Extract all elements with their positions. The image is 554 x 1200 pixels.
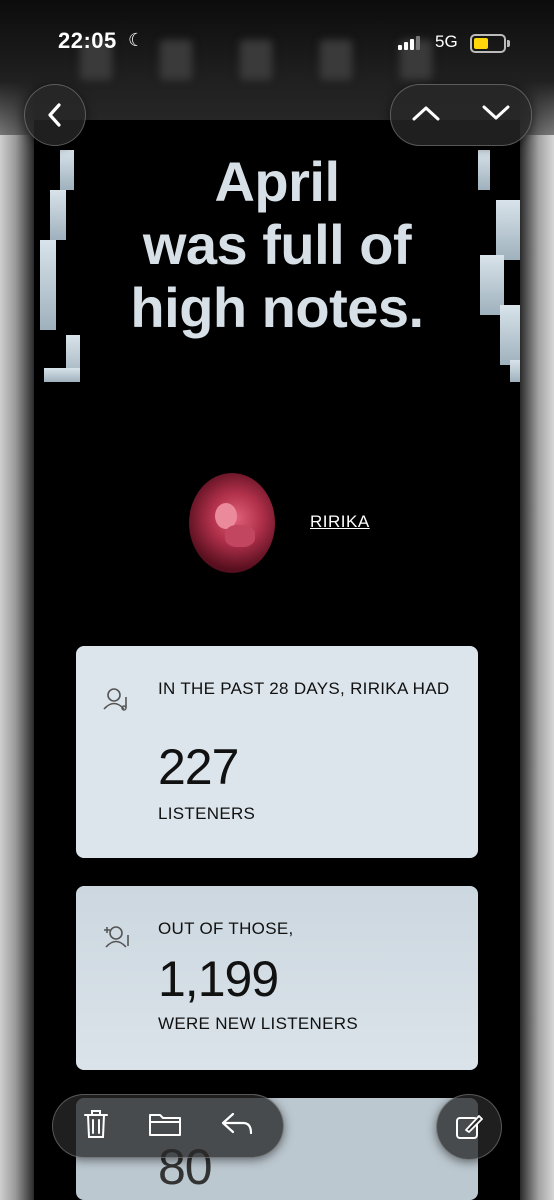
chevron-left-icon	[48, 103, 61, 127]
trash-icon	[84, 1109, 108, 1138]
folder-icon	[149, 1113, 181, 1136]
delete-button[interactable]	[81, 1108, 111, 1145]
artist-name-link[interactable]: RIRIKA	[310, 512, 370, 532]
up-down-navigation	[390, 84, 532, 146]
compose-icon	[456, 1115, 483, 1139]
chevron-down-icon	[482, 105, 510, 119]
listeners-label: LISTENERS	[158, 804, 256, 823]
headline-line-3: high notes.	[130, 276, 424, 339]
moon-icon: ☾	[128, 30, 145, 50]
listeners-card: IN THE PAST 28 DAYS, RIRIKA HAD 227 LIST…	[76, 646, 478, 858]
previous-button[interactable]	[411, 103, 441, 128]
new-listeners-count: 1,199	[158, 951, 279, 1007]
reply-icon	[221, 1112, 253, 1134]
blurred-right-edge	[520, 0, 554, 1200]
new-listeners-intro-text: OUT OF THOSE,	[158, 919, 294, 938]
headline: April was full of high notes.	[34, 150, 520, 339]
listeners-count: 227	[158, 739, 239, 795]
status-time: 22:05	[58, 28, 117, 53]
back-button[interactable]	[24, 84, 86, 146]
chevron-up-icon	[412, 106, 440, 120]
new-listener-icon	[104, 926, 129, 948]
headline-line-1: April	[214, 150, 340, 213]
blurred-left-edge	[0, 0, 34, 1200]
listener-icon	[103, 688, 127, 711]
reply-button[interactable]	[219, 1109, 255, 1144]
listeners-intro-text: IN THE PAST 28 DAYS, RIRIKA HAD	[158, 679, 450, 698]
battery-icon	[470, 34, 510, 53]
headline-line-2: was full of	[142, 213, 412, 276]
bottom-toolbar	[52, 1094, 284, 1158]
move-to-folder-button[interactable]	[147, 1109, 183, 1144]
compose-button[interactable]	[436, 1094, 502, 1160]
status-bar: 22:05 ☾ 5G	[0, 28, 554, 58]
network-label: 5G	[435, 32, 458, 51]
new-listeners-card: OUT OF THOSE, 1,199 WERE NEW LISTENERS	[76, 886, 478, 1070]
new-listeners-label: WERE NEW LISTENERS	[158, 1014, 358, 1033]
artist-avatar[interactable]	[189, 473, 275, 573]
next-button[interactable]	[481, 103, 511, 128]
